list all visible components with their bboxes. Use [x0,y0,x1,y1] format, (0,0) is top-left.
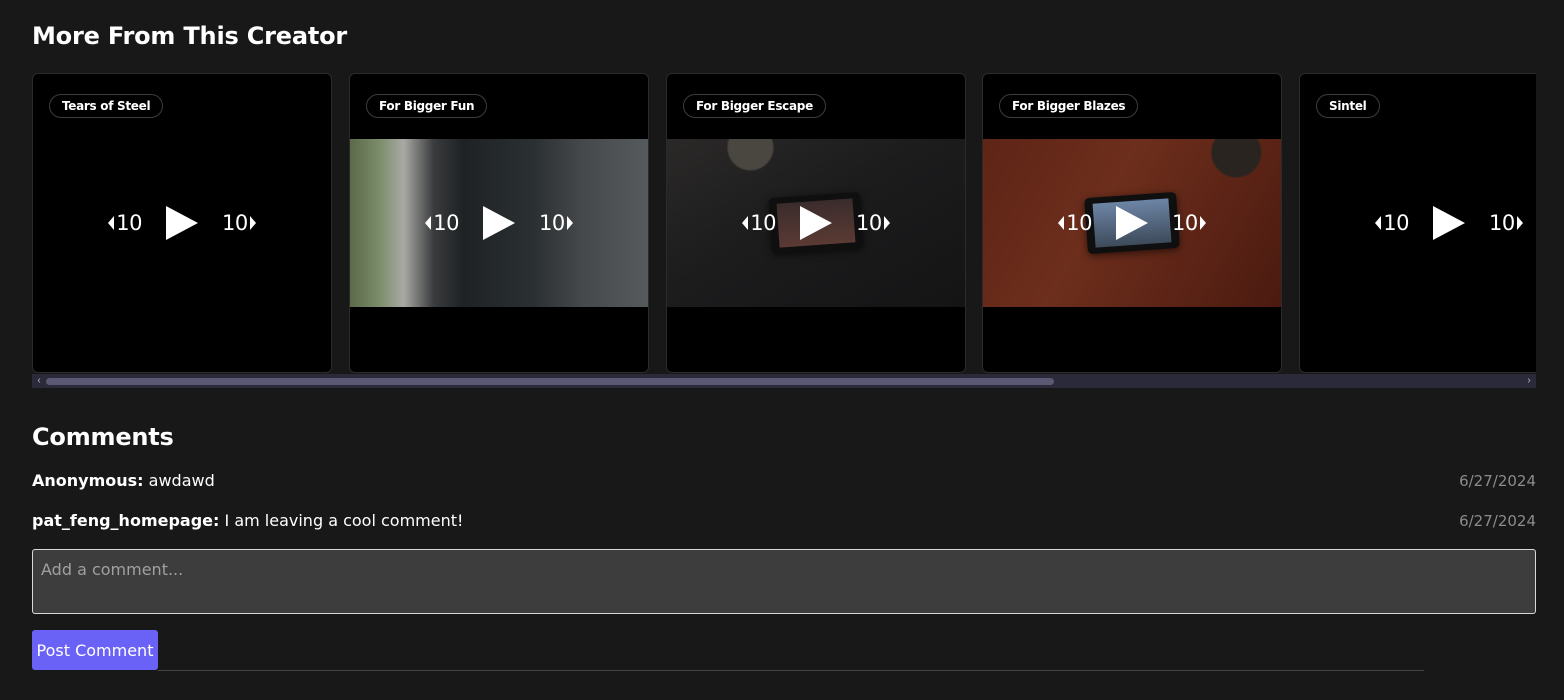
forward-label: 10 [222,211,248,235]
comment-date: 6/27/2024 [1459,512,1536,530]
chevron-left-icon[interactable]: ‹ [34,376,44,386]
forward-icon [883,216,890,230]
rewind-icon [108,216,115,230]
rewind-label: 10 [433,211,459,235]
more-from-creator-title: More From This Creator [32,22,348,50]
video-card[interactable]: For Bigger Fun 10 10 [349,73,649,373]
forward-icon [566,216,573,230]
rewind-icon [1058,216,1065,230]
player-controls: 10 10 [983,206,1281,240]
video-title-badge: Sintel [1316,94,1380,118]
forward-icon [1516,216,1523,230]
video-title-badge: For Bigger Escape [683,94,826,118]
rewind-icon [742,216,749,230]
forward-10-button[interactable]: 10 [856,211,890,235]
comment-author: Anonymous: [32,471,144,490]
video-card[interactable]: Tears of Steel 10 10 [32,73,332,373]
player-controls: 10 10 [1300,206,1536,240]
rewind-10-button[interactable]: 10 [742,211,776,235]
comments-title: Comments [32,423,174,451]
rewind-label: 10 [116,211,142,235]
video-title-badge: Tears of Steel [49,94,164,118]
rewind-label: 10 [750,211,776,235]
forward-label: 10 [1489,211,1515,235]
video-card[interactable]: For Bigger Escape 10 10 [666,73,966,373]
rewind-10-button[interactable]: 10 [1058,211,1092,235]
scrollbar-thumb[interactable] [46,378,1054,385]
comment-date: 6/27/2024 [1459,472,1536,490]
play-icon[interactable] [166,206,198,240]
play-icon[interactable] [1116,206,1148,240]
forward-10-button[interactable]: 10 [1172,211,1206,235]
forward-label: 10 [539,211,565,235]
video-card[interactable]: For Bigger Blazes 10 10 [982,73,1282,373]
forward-10-button[interactable]: 10 [222,211,256,235]
comment-item: Anonymous: awdawd 6/27/2024 [32,471,1536,490]
carousel-scrollbar[interactable]: ‹ › [32,374,1536,388]
video-carousel[interactable]: Tears of Steel 10 10 For Bigger Fun 10 1… [32,73,1536,373]
comment-input[interactable] [32,549,1536,614]
forward-icon [1199,216,1206,230]
comment-text: awdawd [148,471,215,490]
play-icon[interactable] [800,206,832,240]
player-controls: 10 10 [33,206,331,240]
divider [158,670,1424,671]
forward-10-button[interactable]: 10 [1489,211,1523,235]
forward-10-button[interactable]: 10 [539,211,573,235]
player-controls: 10 10 [667,206,965,240]
chevron-right-icon[interactable]: › [1524,376,1534,386]
rewind-10-button[interactable]: 10 [425,211,459,235]
post-comment-button[interactable]: Post Comment [32,630,158,670]
forward-label: 10 [856,211,882,235]
rewind-label: 10 [1383,211,1409,235]
rewind-icon [1375,216,1382,230]
comment-author: pat_feng_homepage: [32,511,220,530]
video-title-badge: For Bigger Fun [366,94,488,118]
rewind-10-button[interactable]: 10 [108,211,142,235]
rewind-icon [425,216,432,230]
forward-icon [249,216,256,230]
player-controls: 10 10 [350,206,648,240]
play-icon[interactable] [1433,206,1465,240]
play-icon[interactable] [483,206,515,240]
video-title-badge: For Bigger Blazes [999,94,1139,118]
rewind-10-button[interactable]: 10 [1375,211,1409,235]
forward-label: 10 [1172,211,1198,235]
comment-item: pat_feng_homepage: I am leaving a cool c… [32,511,1536,530]
video-card[interactable]: Sintel 10 10 [1299,73,1536,373]
comment-text: I am leaving a cool comment! [224,511,464,530]
rewind-label: 10 [1066,211,1092,235]
